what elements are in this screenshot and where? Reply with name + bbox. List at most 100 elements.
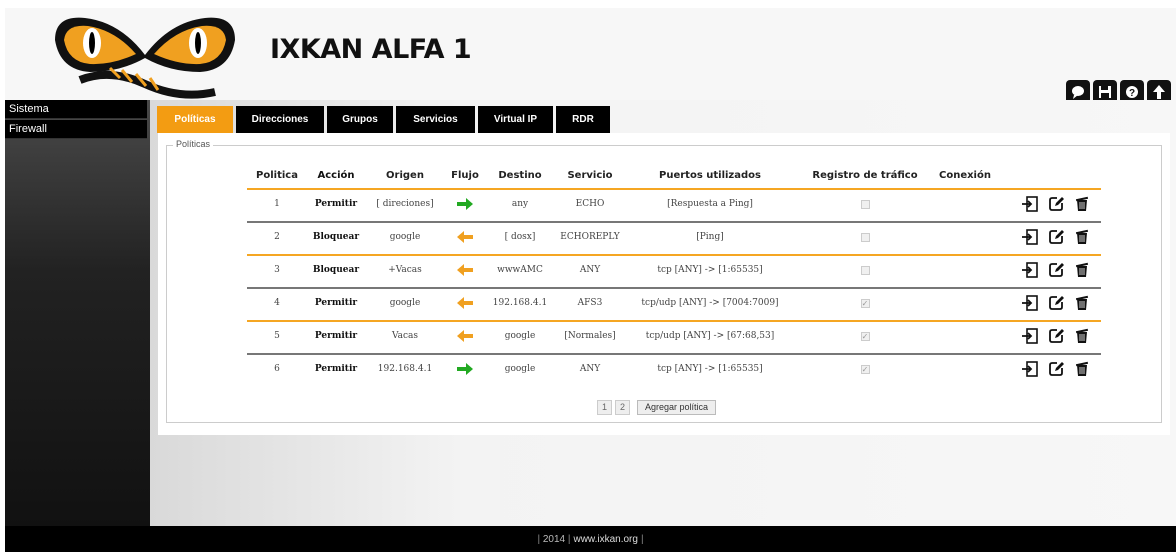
policy-number: 4 — [274, 298, 280, 308]
table-row: 6 Permitir 192.168.4.1 google ANY tcp [ANY] -… — [247, 353, 1101, 383]
tab-virtual-ip[interactable]: Virtual IP — [478, 106, 553, 133]
policy-action: Permitir — [314, 199, 358, 209]
footer-year: 2014 — [542, 533, 566, 545]
fieldset-legend: Políticas — [173, 139, 214, 149]
traffic-log-checkbox[interactable]: ✓ — [860, 331, 870, 341]
policy-number: 1 — [274, 199, 280, 209]
enter-icon[interactable] — [1021, 327, 1039, 345]
traffic-log-checkbox[interactable] — [860, 199, 870, 209]
trash-icon[interactable] — [1073, 294, 1091, 312]
policy-destination: any — [511, 199, 529, 209]
traffic-log-checkbox[interactable]: ✓ — [860, 298, 870, 308]
app-title: IXKAN ALFA 1 — [270, 34, 472, 65]
policy-service: ANY — [579, 265, 601, 275]
policy-service: ECHOREPLY — [560, 232, 620, 242]
policy-destination: [ dosx] — [504, 232, 536, 242]
policy-ports: tcp [ANY] -> [1:65535] — [657, 265, 763, 275]
enter-icon[interactable] — [1021, 360, 1039, 378]
policy-service: ECHO — [575, 199, 605, 209]
tab-politicas[interactable]: Políticas — [157, 106, 233, 133]
enter-icon[interactable] — [1021, 294, 1039, 312]
policy-action: Permitir — [314, 298, 358, 308]
flow-arrow-left-icon — [445, 262, 485, 278]
page-1-button[interactable]: 1 — [597, 400, 613, 415]
flow-arrow-right-icon — [445, 361, 485, 377]
pagination: 1 2 Agregar política — [597, 400, 717, 415]
policy-origin: google — [389, 298, 421, 308]
tab-direcciones[interactable]: Direcciones — [236, 106, 324, 133]
col-politica: Politica — [256, 169, 298, 181]
trash-icon[interactable] — [1073, 327, 1091, 345]
policy-action: Bloquear — [312, 265, 360, 275]
col-puertos: Puertos utilizados — [659, 169, 761, 181]
content-panel: Políticas Politica Acción Origen Flujo D… — [158, 133, 1170, 435]
policy-origin: [ direciones] — [376, 199, 434, 209]
edit-icon[interactable] — [1047, 360, 1065, 378]
flow-arrow-left-icon — [445, 229, 485, 245]
tab-grupos[interactable]: Grupos — [327, 106, 393, 133]
col-flujo: Flujo — [451, 169, 479, 181]
edit-icon[interactable] — [1047, 294, 1065, 312]
tab-servicios[interactable]: Servicios — [396, 106, 475, 133]
table-row: 3 Bloquear +Vacas wwwAMC ANY tcp [ANY] -> [1:… — [247, 254, 1101, 284]
edit-icon[interactable] — [1047, 228, 1065, 246]
policy-service: AFS3 — [577, 298, 603, 308]
policy-service: [Normales] — [564, 331, 616, 341]
page-2-button[interactable]: 2 — [615, 400, 631, 415]
sidebar-item-firewall[interactable]: Firewall — [5, 120, 147, 139]
traffic-log-checkbox[interactable]: ✓ — [860, 364, 870, 374]
policy-ports: tcp/udp [ANY] -> [7004:7009] — [641, 298, 779, 308]
add-policy-button[interactable]: Agregar política — [637, 400, 717, 415]
policy-origin: google — [389, 232, 421, 242]
tab-rdr[interactable]: RDR — [556, 106, 610, 133]
trash-icon[interactable] — [1073, 261, 1091, 279]
tab-bar: Políticas Direcciones Grupos Servicios V… — [157, 106, 613, 133]
policy-ports: [Respuesta a Ping] — [667, 199, 753, 209]
sidebar-item-sistema[interactable]: Sistema — [5, 100, 147, 119]
policies-fieldset: Políticas Politica Acción Origen Flujo D… — [166, 139, 1162, 423]
policy-destination: google — [504, 331, 536, 341]
sidebar: Sistema Firewall — [5, 100, 150, 526]
col-registro: Registro de tráfico — [812, 169, 918, 181]
policy-origin: 192.168.4.1 — [377, 364, 433, 374]
flow-arrow-right-icon — [445, 196, 485, 212]
policy-origin: Vacas — [391, 331, 419, 341]
enter-icon[interactable] — [1021, 195, 1039, 213]
traffic-log-checkbox[interactable] — [860, 232, 870, 242]
policy-destination: 192.168.4.1 — [492, 298, 548, 308]
svg-text:?: ? — [1129, 88, 1135, 99]
edit-icon[interactable] — [1047, 327, 1065, 345]
traffic-log-checkbox[interactable] — [860, 265, 870, 275]
flow-arrow-left-icon — [445, 295, 485, 311]
table-row: 4 Permitir google 192.168.4.1 AFS3 tcp/udp [A… — [247, 287, 1101, 317]
footer-link[interactable]: www.ixkan.org — [573, 534, 637, 545]
policy-number: 5 — [274, 331, 280, 341]
policy-service: ANY — [579, 364, 601, 374]
table-row: 1 Permitir [ direciones] any ECHO [Respuesta … — [247, 188, 1101, 218]
policy-origin: +Vacas — [388, 265, 422, 275]
policy-destination: wwwAMC — [497, 265, 543, 275]
ixkan-logo — [55, 17, 235, 99]
policy-number: 2 — [274, 232, 280, 242]
trash-icon[interactable] — [1073, 195, 1091, 213]
policy-ports: [Ping] — [696, 232, 724, 242]
footer: | 2014 | www.ixkan.org | — [5, 526, 1176, 552]
enter-icon[interactable] — [1021, 261, 1039, 279]
policy-destination: google — [504, 364, 536, 374]
policy-action: Permitir — [314, 364, 358, 374]
trash-icon[interactable] — [1073, 228, 1091, 246]
policy-ports: tcp/udp [ANY] -> [67:68,53] — [645, 331, 775, 341]
col-destino: Destino — [498, 169, 542, 181]
col-conexion: Conexión — [939, 169, 991, 181]
edit-icon[interactable] — [1047, 195, 1065, 213]
enter-icon[interactable] — [1021, 228, 1039, 246]
policy-action: Bloquear — [312, 232, 360, 242]
flow-arrow-left-icon — [445, 328, 485, 344]
table-row: 2 Bloquear google [ dosx] ECHOREPLY [Ping] — [247, 221, 1101, 251]
policy-ports: tcp [ANY] -> [1:65535] — [657, 364, 763, 374]
col-accion: Acción — [317, 169, 355, 181]
trash-icon[interactable] — [1073, 360, 1091, 378]
col-origen: Origen — [386, 169, 424, 181]
policy-number: 6 — [274, 364, 280, 374]
edit-icon[interactable] — [1047, 261, 1065, 279]
